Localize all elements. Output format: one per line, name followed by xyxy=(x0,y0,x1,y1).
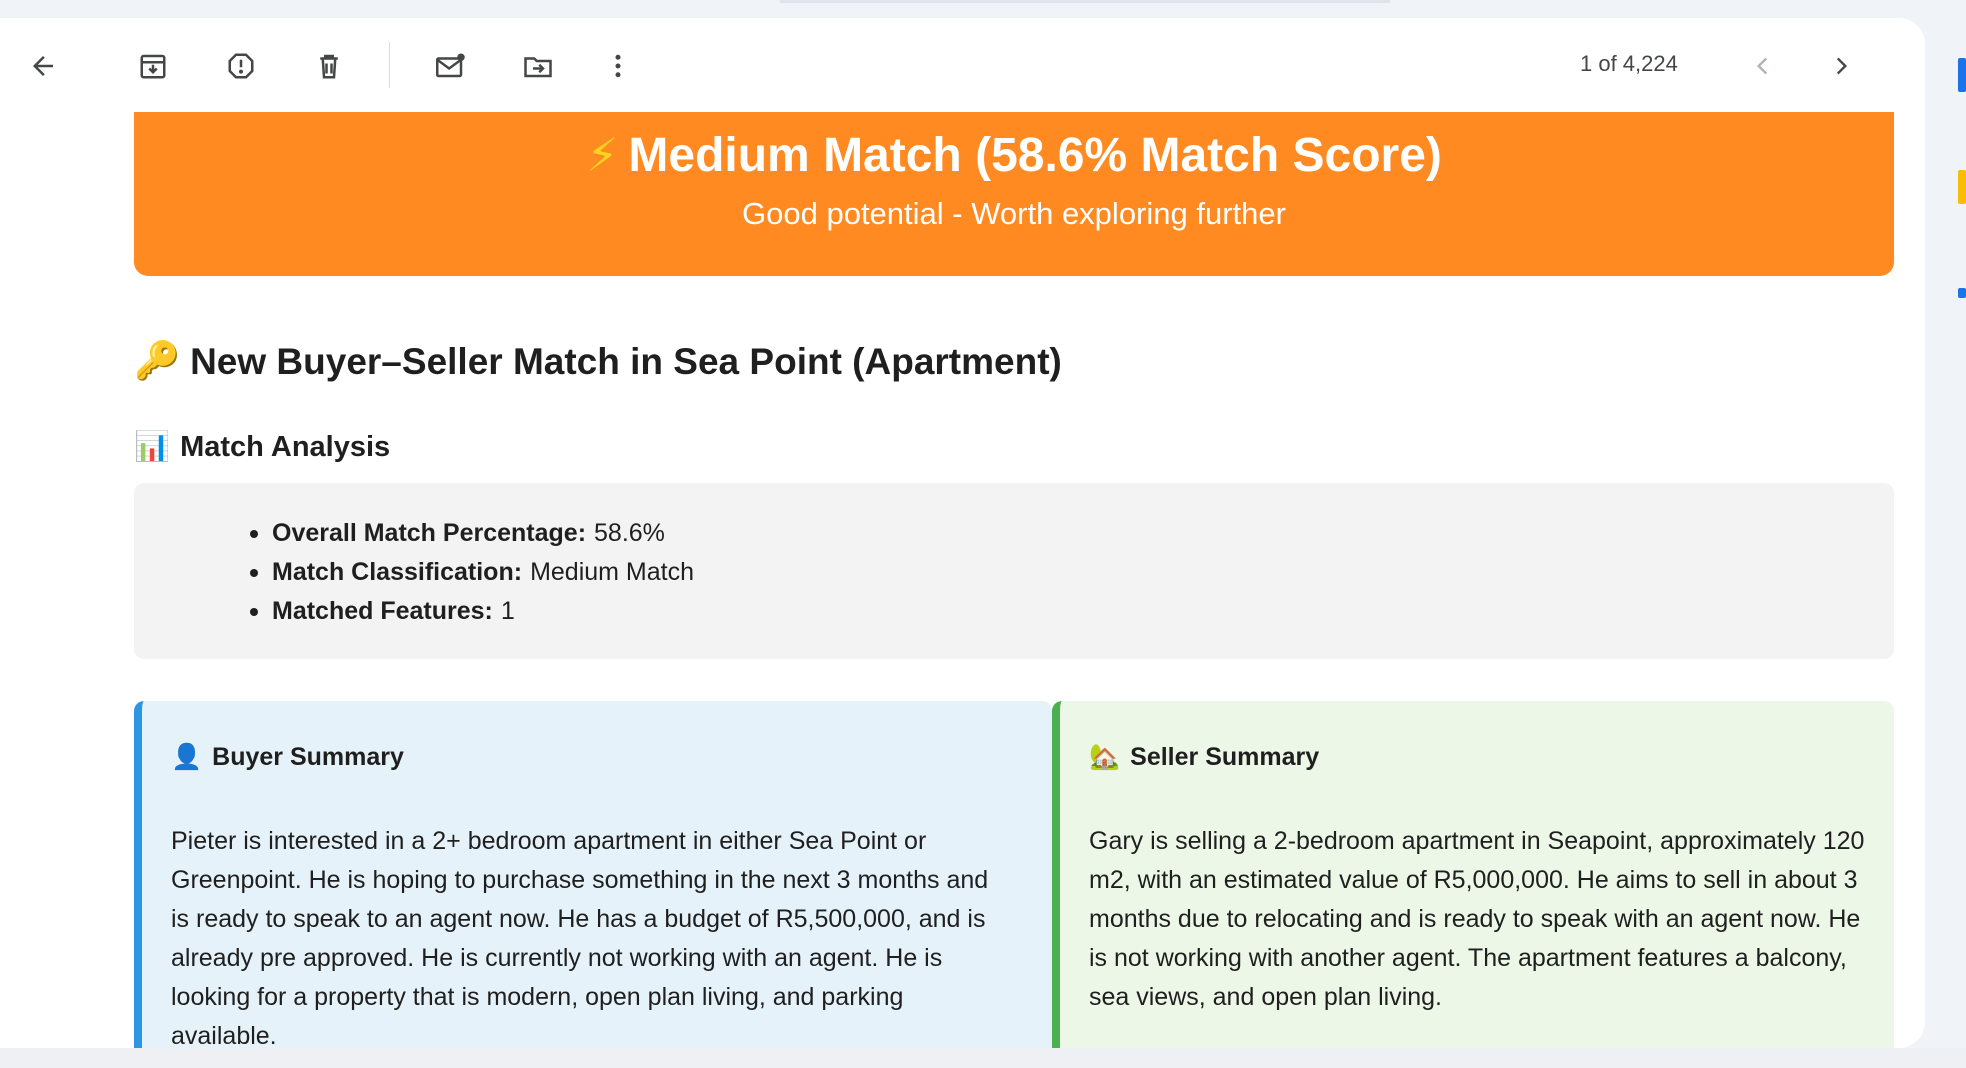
email-heading: 🔑 New Buyer–Seller Match in Sea Point (A… xyxy=(134,340,1062,383)
key-icon: 🔑 xyxy=(134,340,181,381)
list-item: Overall Match Percentage: 58.6% xyxy=(250,514,694,553)
gmail-page: 1 of 4,224 ⚡ Medium Match (58.6% Match Sc… xyxy=(0,0,1966,1068)
bullet xyxy=(250,568,258,577)
list-item: Matched Features: 1 xyxy=(250,592,694,631)
analysis-value: 58.6% xyxy=(594,519,665,547)
buyer-summary-text: Pieter is interested in a 2+ bedroom apa… xyxy=(171,827,989,1048)
analysis-label: Overall Match Percentage: xyxy=(272,519,587,547)
list-item: Match Classification: Medium Match xyxy=(250,553,694,592)
report-spam-icon[interactable] xyxy=(220,45,262,87)
mark-unread-icon[interactable] xyxy=(430,45,472,87)
chart-icon: 📊 xyxy=(134,431,171,463)
delete-icon[interactable] xyxy=(308,45,350,87)
banner-title-text: Medium Match (58.6% Match Score) xyxy=(628,129,1442,182)
bullet xyxy=(250,529,258,538)
back-arrow-icon[interactable] xyxy=(22,45,64,87)
bullet xyxy=(250,607,258,616)
analysis-list: Overall Match Percentage: 58.6% Match Cl… xyxy=(250,514,694,631)
toolbar-divider xyxy=(389,42,390,88)
email-panel: 1 of 4,224 ⚡ Medium Match (58.6% Match Sc… xyxy=(0,18,1925,1048)
archive-icon[interactable] xyxy=(132,45,174,87)
match-banner: ⚡ Medium Match (58.6% Match Score) Good p… xyxy=(134,112,1894,276)
email-heading-text: New Buyer–Seller Match in Sea Point (Apa… xyxy=(190,340,1062,382)
bottom-bar xyxy=(0,1048,1966,1068)
calendar-addon-icon[interactable] xyxy=(1958,58,1966,92)
tasks-addon-icon[interactable] xyxy=(1958,288,1966,298)
analysis-label: Matched Features: xyxy=(272,597,493,625)
banner-title: ⚡ Medium Match (58.6% Match Score) xyxy=(134,128,1894,183)
seller-summary-title: 🏡 Seller Summary xyxy=(1089,743,1319,772)
keep-addon-icon[interactable] xyxy=(1958,170,1966,204)
email-toolbar: 1 of 4,224 xyxy=(0,18,1925,114)
buyer-summary-title: 👤 Buyer Summary xyxy=(171,743,404,772)
move-to-icon[interactable] xyxy=(517,45,559,87)
more-vert-icon[interactable] xyxy=(597,45,639,87)
analysis-value: Medium Match xyxy=(530,558,695,586)
pager-count: 1 of 4,224 xyxy=(1580,51,1678,76)
chevron-right-icon[interactable] xyxy=(1820,45,1862,87)
seller-summary-card: 🏡 Seller Summary Gary is selling a 2-bed… xyxy=(1052,701,1894,1048)
analysis-box: Overall Match Percentage: 58.6% Match Cl… xyxy=(134,483,1894,659)
house-icon: 🏡 xyxy=(1089,743,1121,771)
top-scroll-indicator xyxy=(780,0,1390,3)
side-panel-strip xyxy=(1930,0,1966,1068)
analysis-label: Match Classification: xyxy=(272,558,523,586)
analysis-value: 1 xyxy=(500,597,515,625)
analysis-heading-text: Match Analysis xyxy=(180,430,391,463)
person-icon: 👤 xyxy=(171,743,203,771)
buyer-summary-title-text: Buyer Summary xyxy=(212,743,404,771)
banner-subtitle: Good potential - Worth exploring further xyxy=(742,196,1286,231)
seller-summary-title-text: Seller Summary xyxy=(1130,743,1320,771)
analysis-heading: 📊 Match Analysis xyxy=(134,430,390,464)
lightning-icon: ⚡ xyxy=(586,129,619,181)
chevron-left-icon[interactable] xyxy=(1742,45,1784,87)
buyer-summary-card: 👤 Buyer Summary Pieter is interested in … xyxy=(134,701,1052,1048)
seller-summary-text: Gary is selling a 2-bedroom apartment in… xyxy=(1089,827,1865,1011)
